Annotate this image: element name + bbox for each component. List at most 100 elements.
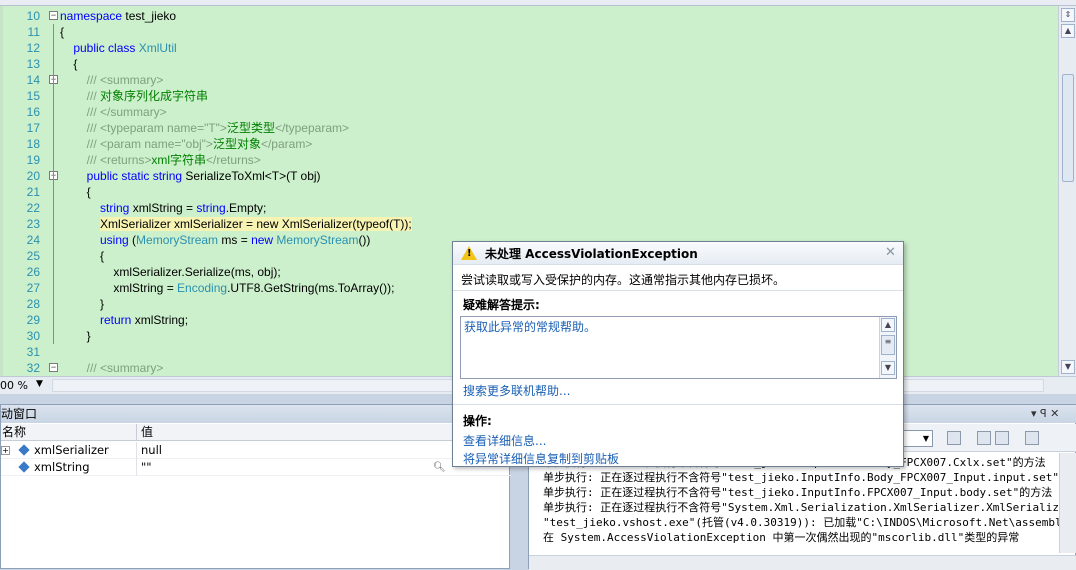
line-number: 31 (26, 345, 40, 359)
split-handle-icon[interactable]: ⇕ (1061, 8, 1075, 22)
code-line[interactable]: 23 XmlSerializer xmlSerializer = new Xml… (0, 216, 1058, 232)
scroll-thumb[interactable] (1062, 74, 1074, 182)
code-text[interactable]: XmlSerializer xmlSerializer = new XmlSer… (60, 216, 412, 232)
magnifier-icon[interactable]: 🔍︎ (433, 459, 446, 476)
code-token: { (60, 249, 105, 263)
code-line[interactable]: 13 { (0, 56, 1058, 72)
code-line[interactable]: 11 { (0, 24, 1058, 40)
code-text[interactable]: using (MemoryStream ms = new MemoryStrea… (60, 232, 370, 248)
code-line[interactable]: 16 /// </summary> (0, 104, 1058, 120)
warning-icon-mark: ! (467, 248, 472, 259)
column-separator[interactable] (136, 424, 137, 441)
code-text[interactable]: /// <typeparam name="T">泛型类型</typeparam> (60, 120, 349, 136)
copy-details-link[interactable]: 将异常详细信息复制到剪贴板 (463, 450, 619, 467)
fold-guide (53, 88, 54, 152)
code-text[interactable]: string xmlString = string.Empty; (60, 200, 266, 216)
code-token: } (60, 329, 91, 343)
code-text[interactable]: { (60, 184, 91, 200)
column-name[interactable]: 名称 (2, 424, 26, 441)
code-text[interactable]: /// </summary> (60, 104, 167, 120)
code-text[interactable]: { (60, 24, 64, 40)
code-line[interactable]: 12 public class XmlUtil (0, 40, 1058, 56)
code-text[interactable]: return xmlString; (60, 312, 188, 328)
column-value[interactable]: 值 (141, 424, 153, 441)
code-token: /// <typeparam name="T"> (60, 121, 227, 135)
general-help-link[interactable]: 获取此异常的常规帮助。 (464, 318, 596, 335)
code-token: return (60, 313, 135, 327)
scroll-thumb[interactable]: ≡ (881, 335, 895, 355)
code-line[interactable]: 22 string xmlString = string.Empty; (0, 200, 1058, 216)
close-icon[interactable]: ✕ (885, 245, 896, 260)
code-token: ()) (358, 233, 371, 247)
code-line[interactable]: 15 /// 对象序列化成字符串 (0, 88, 1058, 104)
zoom-dropdown-icon[interactable]: ▼ (36, 379, 43, 389)
pane-controls[interactable]: ▾ ꟼ ✕ (1031, 407, 1059, 420)
previous-message-icon[interactable] (977, 431, 991, 445)
code-text[interactable]: /// <summary> (60, 360, 164, 376)
output-source-combo[interactable]: ▼ (901, 430, 933, 447)
scroll-up-icon[interactable]: ▲ (881, 318, 895, 332)
code-text[interactable]: public static string SerializeToXml<T>(T… (60, 168, 321, 184)
autos-title[interactable]: 动窗口 (1, 405, 511, 423)
collapse-icon[interactable]: − (49, 11, 58, 20)
line-number: 15 (26, 89, 40, 103)
variable-value[interactable]: "" (141, 459, 152, 476)
code-text[interactable]: xmlSerializer.Serialize(ms, obj); (60, 264, 280, 280)
divider (453, 404, 903, 405)
autos-row[interactable]: xmlString "" 🔍︎ (1, 459, 511, 476)
autos-header: 名称 值 (1, 424, 511, 441)
output-vertical-scrollbar[interactable] (1059, 453, 1076, 553)
output-line: 单步执行: 正在逐过程执行不含符号"test_jieko.InputInfo.F… (543, 486, 1053, 499)
collapse-icon[interactable]: − (49, 363, 58, 372)
zoom-level[interactable]: 00 % (0, 379, 28, 392)
scroll-down-icon[interactable]: ▼ (1061, 360, 1075, 374)
line-number: 19 (26, 153, 40, 167)
find-message-icon[interactable] (947, 431, 961, 445)
code-line[interactable]: 19 /// <returns>xml字符串</returns> (0, 152, 1058, 168)
code-token: 泛型类型 (226, 121, 275, 135)
line-number: 25 (26, 249, 40, 263)
code-text[interactable]: } (60, 328, 91, 344)
code-text[interactable]: /// <summary> (60, 72, 164, 88)
code-text[interactable]: xmlString = Encoding.UTF8.GetString(ms.T… (60, 280, 394, 296)
code-text[interactable]: /// <param name="obj">泛型对象</param> (60, 136, 313, 152)
scroll-up-icon[interactable]: ▲ (1061, 24, 1075, 38)
tips-scrollbar[interactable]: ▲ ≡ ▼ (879, 317, 896, 378)
exception-title: 未处理 AccessViolationException (485, 247, 698, 261)
code-token: { (60, 185, 91, 199)
code-text[interactable]: { (60, 248, 104, 264)
code-token: .UTF8.GetString(ms.ToArray()); (227, 281, 395, 295)
output-horizontal-scrollbar[interactable] (529, 555, 1076, 570)
code-token: Encoding (177, 281, 228, 295)
exception-message: 尝试读取或写入受保护的内存。这通常指示其他内存已损坏。 (461, 273, 786, 287)
breakpoint-margin[interactable] (0, 6, 3, 376)
line-number: 10 (26, 9, 40, 23)
exception-header: ! 未处理 AccessViolationException ✕ (453, 242, 903, 265)
code-line[interactable]: 17 /// <typeparam name="T">泛型类型</typepar… (0, 120, 1058, 136)
code-line[interactable]: 21 { (0, 184, 1058, 200)
code-text[interactable]: /// <returns>xml字符串</returns> (60, 152, 261, 168)
editor-vertical-scrollbar[interactable]: ⇕ ▲ ▼ (1058, 6, 1076, 376)
clear-all-icon[interactable] (1025, 431, 1039, 445)
code-text[interactable]: { (60, 56, 77, 72)
code-text[interactable]: /// 对象序列化成字符串 (60, 88, 208, 104)
code-line[interactable]: 10− namespace test_jieko (0, 8, 1058, 24)
code-line[interactable]: 20− public static string SerializeToXml<… (0, 168, 1058, 184)
code-line[interactable]: 14− /// <summary> (0, 72, 1058, 88)
code-text[interactable]: } (60, 296, 104, 312)
view-detail-link[interactable]: 查看详细信息... (463, 432, 546, 449)
scroll-down-icon[interactable]: ▼ (881, 361, 895, 375)
code-line[interactable]: 18 /// <param name="obj">泛型对象</param> (0, 136, 1058, 152)
code-token: xmlString; (134, 313, 189, 327)
troubleshooting-tips-list[interactable]: 获取此异常的常规帮助。 ▲ ≡ ▼ (460, 316, 897, 379)
search-online-help-link[interactable]: 搜索更多联机帮助... (463, 382, 570, 399)
autos-row[interactable]: + xmlSerializer null (1, 442, 511, 459)
variable-value[interactable]: null (141, 442, 162, 459)
code-text[interactable]: namespace test_jieko (60, 8, 176, 24)
expand-icon[interactable]: + (1, 446, 10, 455)
line-number: 20 (26, 169, 40, 183)
next-message-icon[interactable] (995, 431, 1009, 445)
code-token: MemoryStream (276, 233, 359, 247)
line-number: 27 (26, 281, 40, 295)
code-text[interactable]: public class XmlUtil (60, 40, 176, 56)
